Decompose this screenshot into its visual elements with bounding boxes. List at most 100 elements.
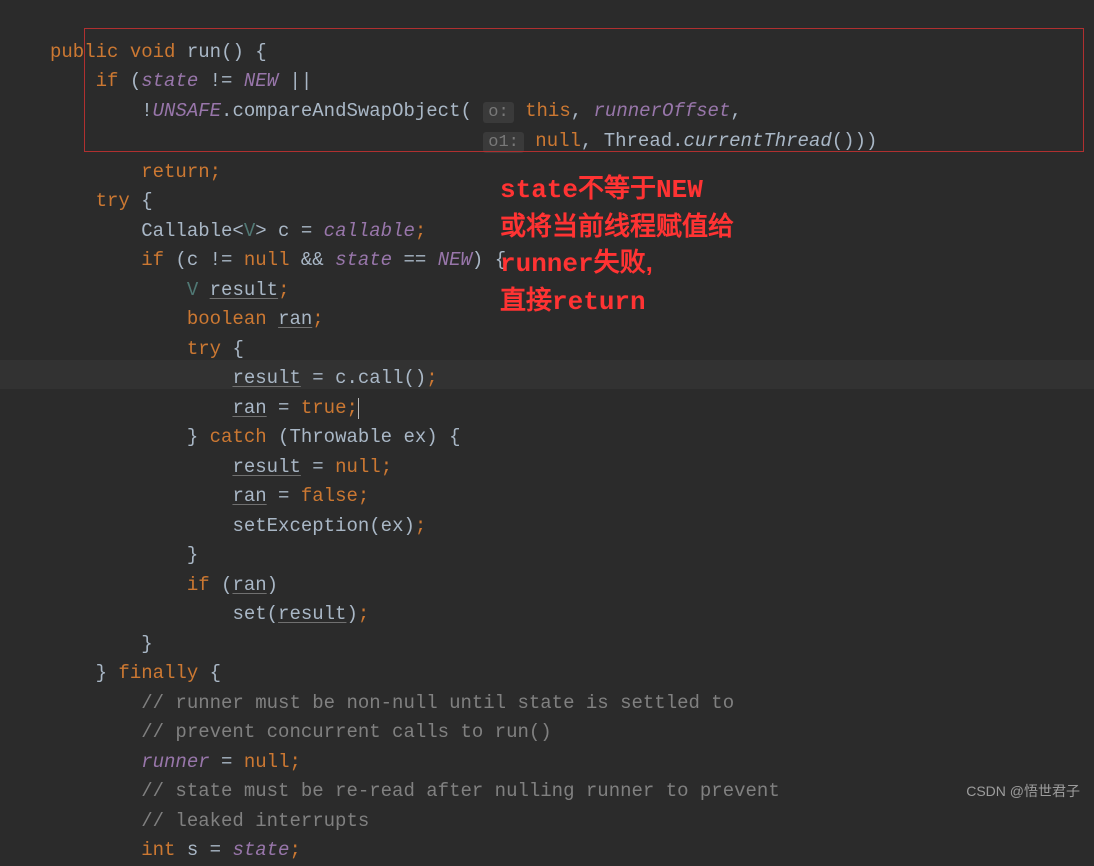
comment: // state must be re-read after nulling r… xyxy=(141,780,780,802)
field-state: state xyxy=(232,839,289,861)
var-result: result xyxy=(210,279,278,301)
var-result: result xyxy=(278,603,346,625)
semicolon: ; xyxy=(415,515,426,537)
comment: // runner must be non-null until state i… xyxy=(141,692,734,714)
method-set: set( xyxy=(232,603,278,625)
keyword-catch: catch xyxy=(210,426,267,448)
op-and: && xyxy=(289,249,335,271)
op-eq: = xyxy=(210,751,244,773)
annot-text: 失败, xyxy=(594,247,653,277)
semicolon: ; xyxy=(312,308,323,330)
keyword-this: this xyxy=(525,100,571,122)
const-new: NEW xyxy=(244,70,278,92)
watermark: CSDN @悟世君子 xyxy=(966,777,1080,807)
op-eq: = xyxy=(267,485,301,507)
annot-return: return xyxy=(552,287,646,317)
brace: { xyxy=(221,338,244,360)
annot-text: 或将当前线程赋值给 xyxy=(500,211,734,241)
semicolon: ; xyxy=(358,485,369,507)
brace: } xyxy=(187,544,198,566)
punct: ())) xyxy=(832,130,878,152)
var-ran: ran xyxy=(232,397,266,419)
text: (c != xyxy=(164,249,244,271)
text-caret xyxy=(358,398,359,419)
comment: // leaked interrupts xyxy=(141,810,369,832)
field-state: state xyxy=(335,249,392,271)
semicolon: ; xyxy=(278,279,289,301)
keyword-if: if xyxy=(141,249,164,271)
bang: ! xyxy=(141,100,152,122)
sp xyxy=(267,308,278,330)
field-state: state xyxy=(141,70,198,92)
annot-text: 直接 xyxy=(500,285,552,315)
var-ran: ran xyxy=(278,308,312,330)
comma: , xyxy=(730,100,741,122)
field-callable: callable xyxy=(324,220,415,242)
brace: } xyxy=(141,633,152,655)
brace: } xyxy=(187,426,210,448)
op: != xyxy=(198,70,244,92)
method-setexception: setException(ex) xyxy=(232,515,414,537)
op-eq: = xyxy=(301,456,335,478)
var-ran: ran xyxy=(232,485,266,507)
keyword-return: return xyxy=(141,161,209,183)
brace: { xyxy=(198,662,221,684)
text: (Throwable ex) { xyxy=(267,426,461,448)
keyword-public: public xyxy=(50,41,118,63)
param-hint: o1: xyxy=(483,132,524,153)
var-result: result xyxy=(232,456,300,478)
paren: ( xyxy=(210,574,233,596)
sp xyxy=(524,130,535,152)
type-param: V xyxy=(187,279,198,301)
semicolon: ; xyxy=(426,367,437,389)
semicolon: ; xyxy=(289,751,300,773)
keyword-true: true xyxy=(301,397,347,419)
annot-runner: runner xyxy=(500,249,594,279)
type-param: V xyxy=(244,220,255,242)
comment: // prevent concurrent calls to run() xyxy=(141,721,551,743)
sp xyxy=(198,279,209,301)
method-call: .compareAndSwapObject( xyxy=(221,100,483,122)
text: s = xyxy=(175,839,232,861)
var-ran: ran xyxy=(232,574,266,596)
keyword-finally: finally xyxy=(118,662,198,684)
op-or: || xyxy=(278,70,312,92)
paren: ) xyxy=(267,574,278,596)
semicolon: ; xyxy=(381,456,392,478)
keyword-int: int xyxy=(141,839,175,861)
op-eq: == xyxy=(392,249,438,271)
method-name: run xyxy=(187,41,221,63)
annot-new: NEW xyxy=(656,175,703,205)
punct: () { xyxy=(221,41,267,63)
text: , Thread. xyxy=(581,130,684,152)
keyword-try: try xyxy=(187,338,221,360)
text: = c.call() xyxy=(301,367,426,389)
code-editor[interactable]: public void run() { if (state != NEW || … xyxy=(0,0,1094,866)
keyword-null: null xyxy=(244,249,290,271)
semicolon: ; xyxy=(210,161,221,183)
keyword-if: if xyxy=(187,574,210,596)
keyword-boolean: boolean xyxy=(187,308,267,330)
text: > c = xyxy=(255,220,323,242)
keyword-try: try xyxy=(96,190,130,212)
annotation-text: state不等于NEW 或将当前线程赋值给 runner失败, 直接return xyxy=(500,170,734,320)
method-currentthread: currentThread xyxy=(684,130,832,152)
keyword-null: null xyxy=(535,130,581,152)
keyword-false: false xyxy=(301,485,358,507)
semicolon: ; xyxy=(346,397,357,419)
op-eq: = xyxy=(267,397,301,419)
keyword-null: null xyxy=(244,751,290,773)
param-hint: o: xyxy=(483,102,513,123)
field-runner: runner xyxy=(141,751,209,773)
semicolon: ; xyxy=(415,220,426,242)
const-new: NEW xyxy=(438,249,472,271)
comma: , xyxy=(571,100,594,122)
keyword-if: if xyxy=(96,70,119,92)
paren: ) xyxy=(346,603,357,625)
annot-text: 不等于 xyxy=(578,173,656,203)
sp xyxy=(514,100,525,122)
var-result: result xyxy=(232,367,300,389)
brace: } xyxy=(96,662,119,684)
keyword-null: null xyxy=(335,456,381,478)
semicolon: ; xyxy=(289,839,300,861)
